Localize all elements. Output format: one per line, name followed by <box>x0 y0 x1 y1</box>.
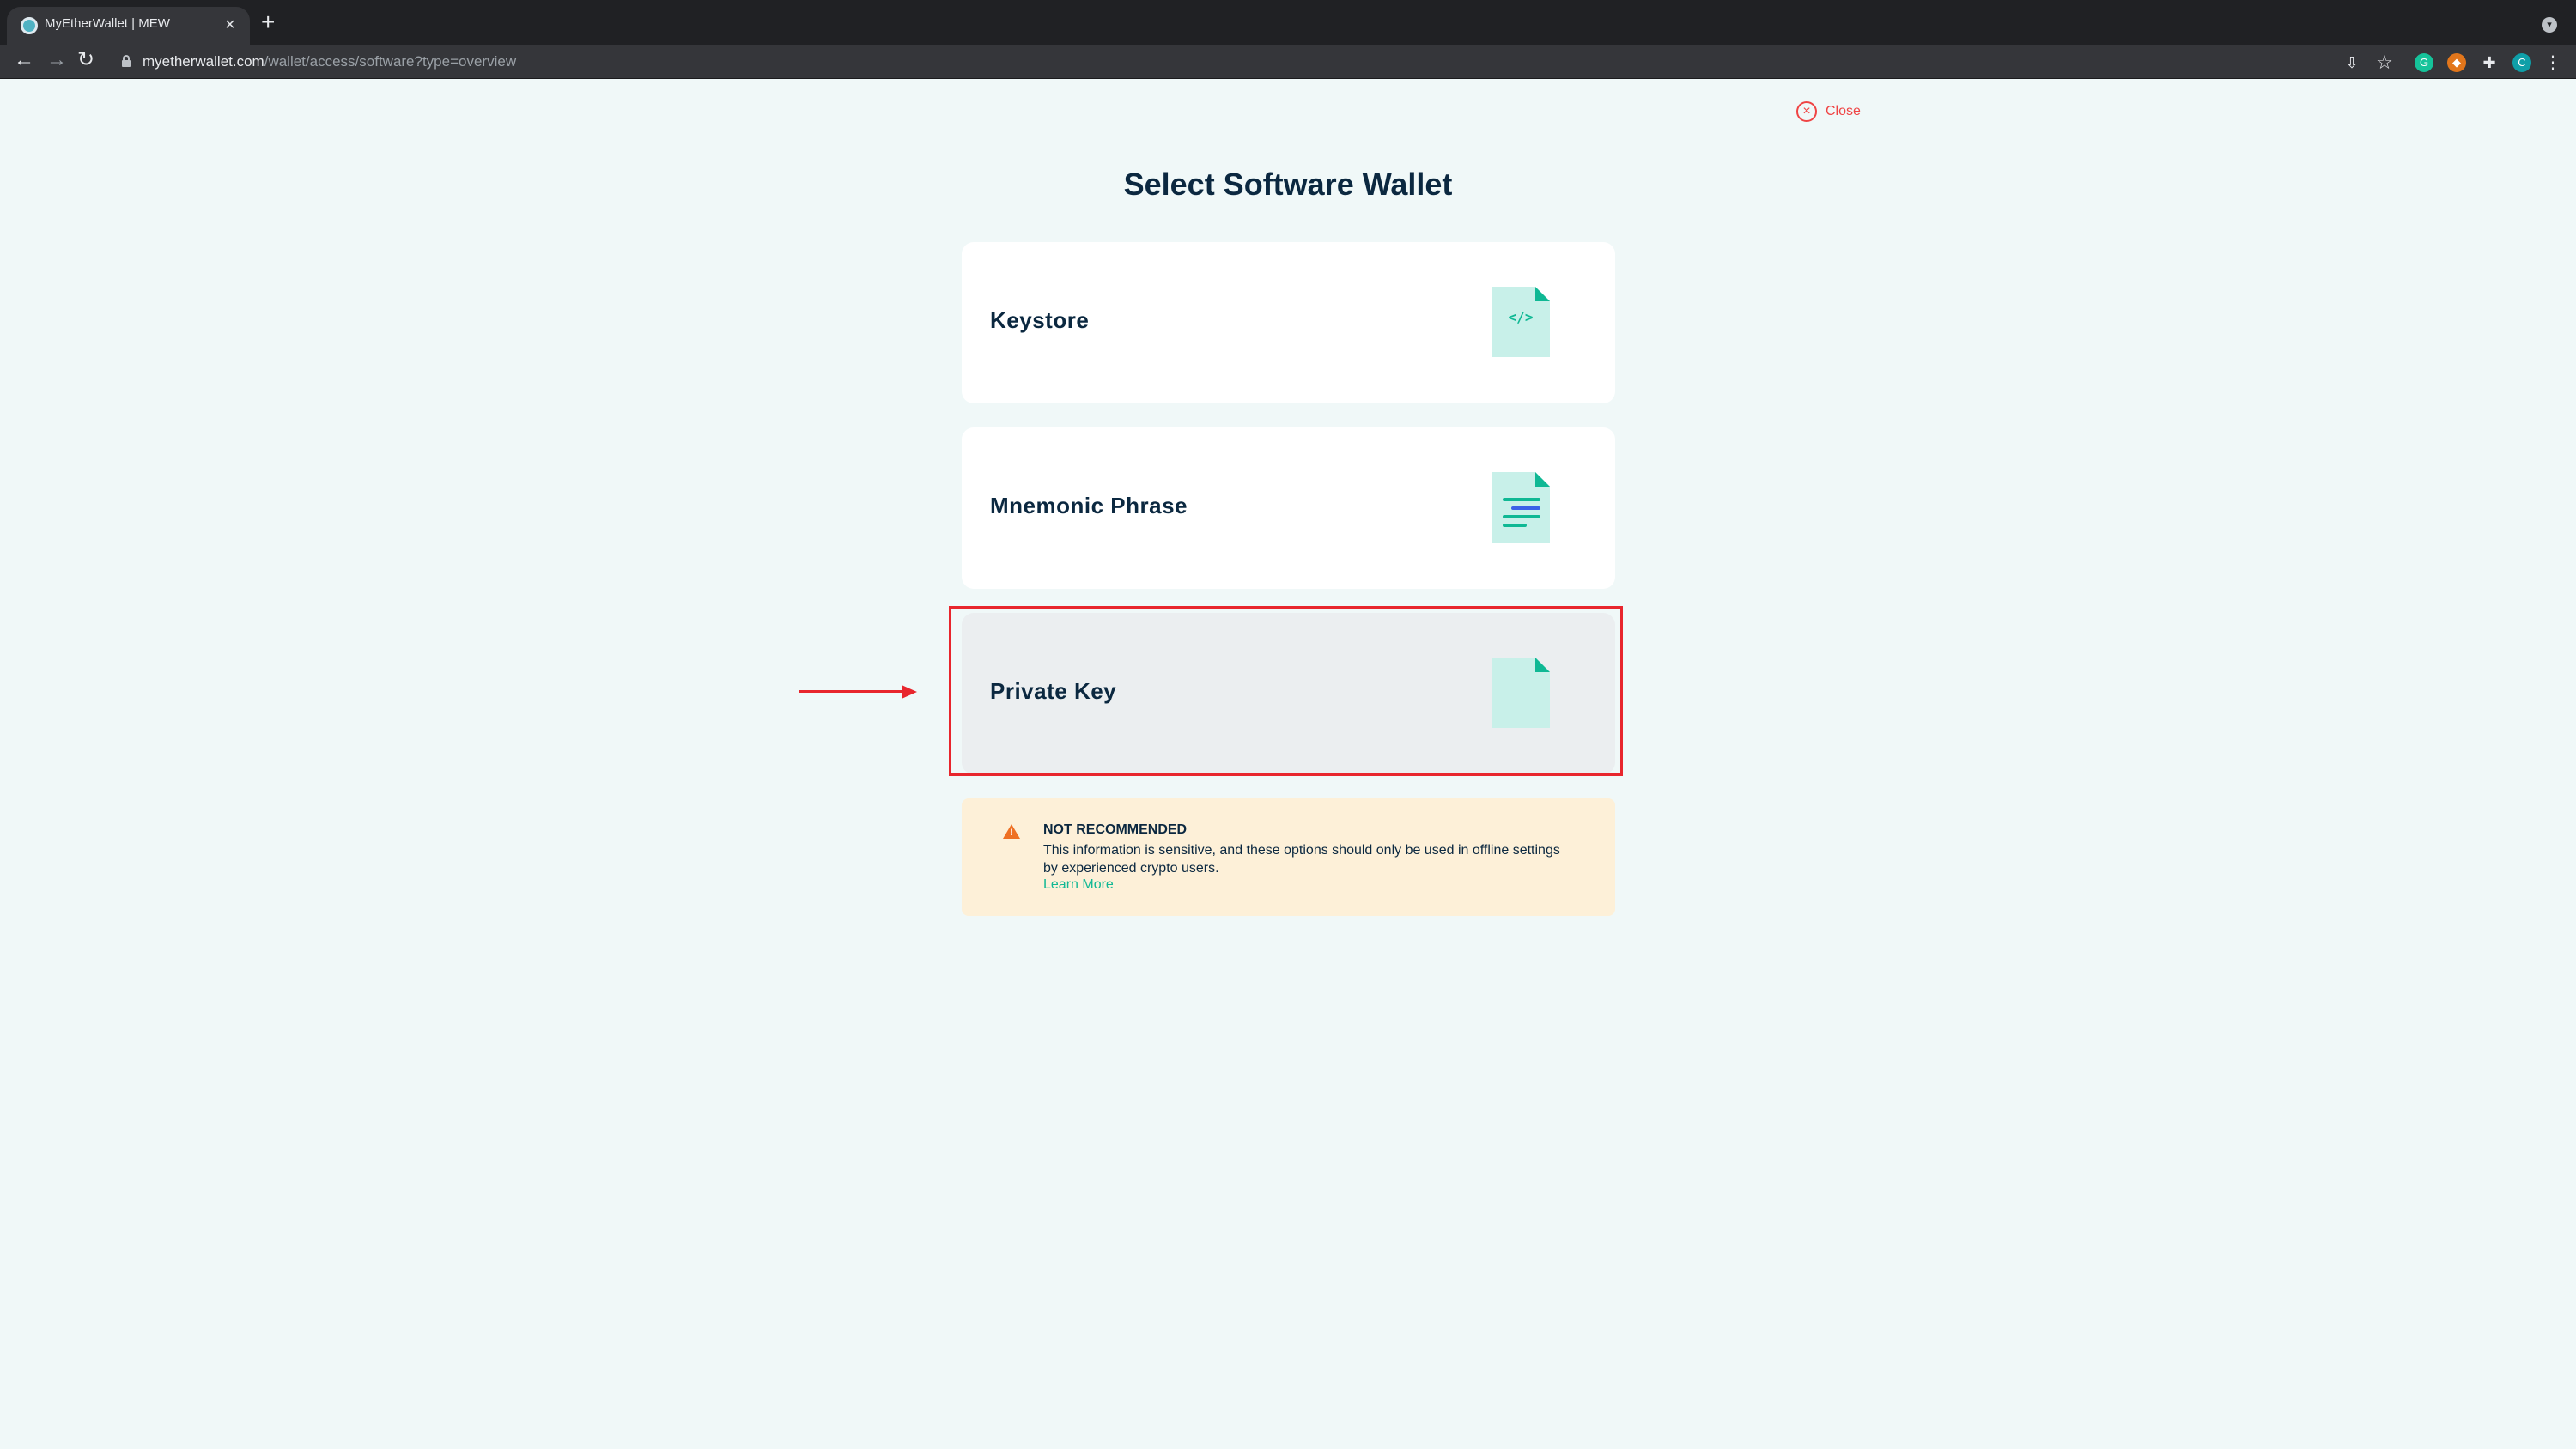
wallet-option-keystore[interactable]: Keystore </> <box>962 242 1615 403</box>
address-bar[interactable]: myetherwallet.com/wallet/access/software… <box>110 48 2342 76</box>
not-recommended-warning: ! NOT RECOMMENDED This information is se… <box>962 798 1615 916</box>
browser-tab[interactable]: MyEtherWallet | MEW × <box>7 7 250 45</box>
lock-icon[interactable] <box>122 55 131 67</box>
install-app-icon[interactable]: ⇩ <box>2342 53 2361 72</box>
url-text[interactable]: myetherwallet.com/wallet/access/software… <box>143 53 516 70</box>
new-tab-icon[interactable]: + <box>261 10 275 34</box>
extensions-puzzle-icon[interactable]: ✚ <box>2480 53 2499 72</box>
close-label: Close <box>1826 104 1861 118</box>
tab-search-icon[interactable]: ▾ <box>2542 17 2557 33</box>
grammarly-extension-icon[interactable]: G <box>2415 53 2433 72</box>
wallet-option-label: Keystore <box>990 307 1090 333</box>
wallet-option-mnemonic-phrase[interactable]: Mnemonic Phrase <box>962 427 1615 589</box>
browser-toolbar: ← → ↻ myetherwallet.com/wallet/access/so… <box>0 45 2576 79</box>
bookmark-star-icon[interactable]: ☆ <box>2375 53 2394 72</box>
warning-title: NOT RECOMMENDED <box>1043 822 1188 837</box>
back-arrow-icon[interactable]: ← <box>14 46 34 74</box>
reload-icon[interactable]: ↻ <box>77 46 94 74</box>
forward-arrow-icon[interactable]: → <box>46 46 67 74</box>
metamask-extension-icon[interactable]: ◆ <box>2447 53 2466 72</box>
annotation-arrow-icon <box>799 685 919 699</box>
close-circle-icon: × <box>1796 101 1817 122</box>
tab-title: MyEtherWallet | MEW <box>45 16 170 31</box>
mew-favicon-icon <box>21 17 38 34</box>
url-path: /wallet/access/software?type=overview <box>264 53 517 70</box>
annotation-highlight-box <box>949 606 1623 776</box>
close-button[interactable]: × Close <box>1796 100 1861 124</box>
wallet-option-label: Mnemonic Phrase <box>990 493 1188 518</box>
url-host: myetherwallet.com <box>143 53 264 70</box>
profile-avatar[interactable]: C <box>2512 53 2531 72</box>
tab-close-icon[interactable]: × <box>225 15 235 35</box>
page-title: Select Software Wallet <box>1123 167 1453 202</box>
browser-menu-icon[interactable]: ⋮ <box>2543 53 2562 72</box>
browser-tab-bar: MyEtherWallet | MEW × + ▾ <box>0 0 2576 45</box>
warning-body: This information is sensitive, and these… <box>1043 843 1560 876</box>
learn-more-link[interactable]: Learn More <box>1043 877 1114 893</box>
